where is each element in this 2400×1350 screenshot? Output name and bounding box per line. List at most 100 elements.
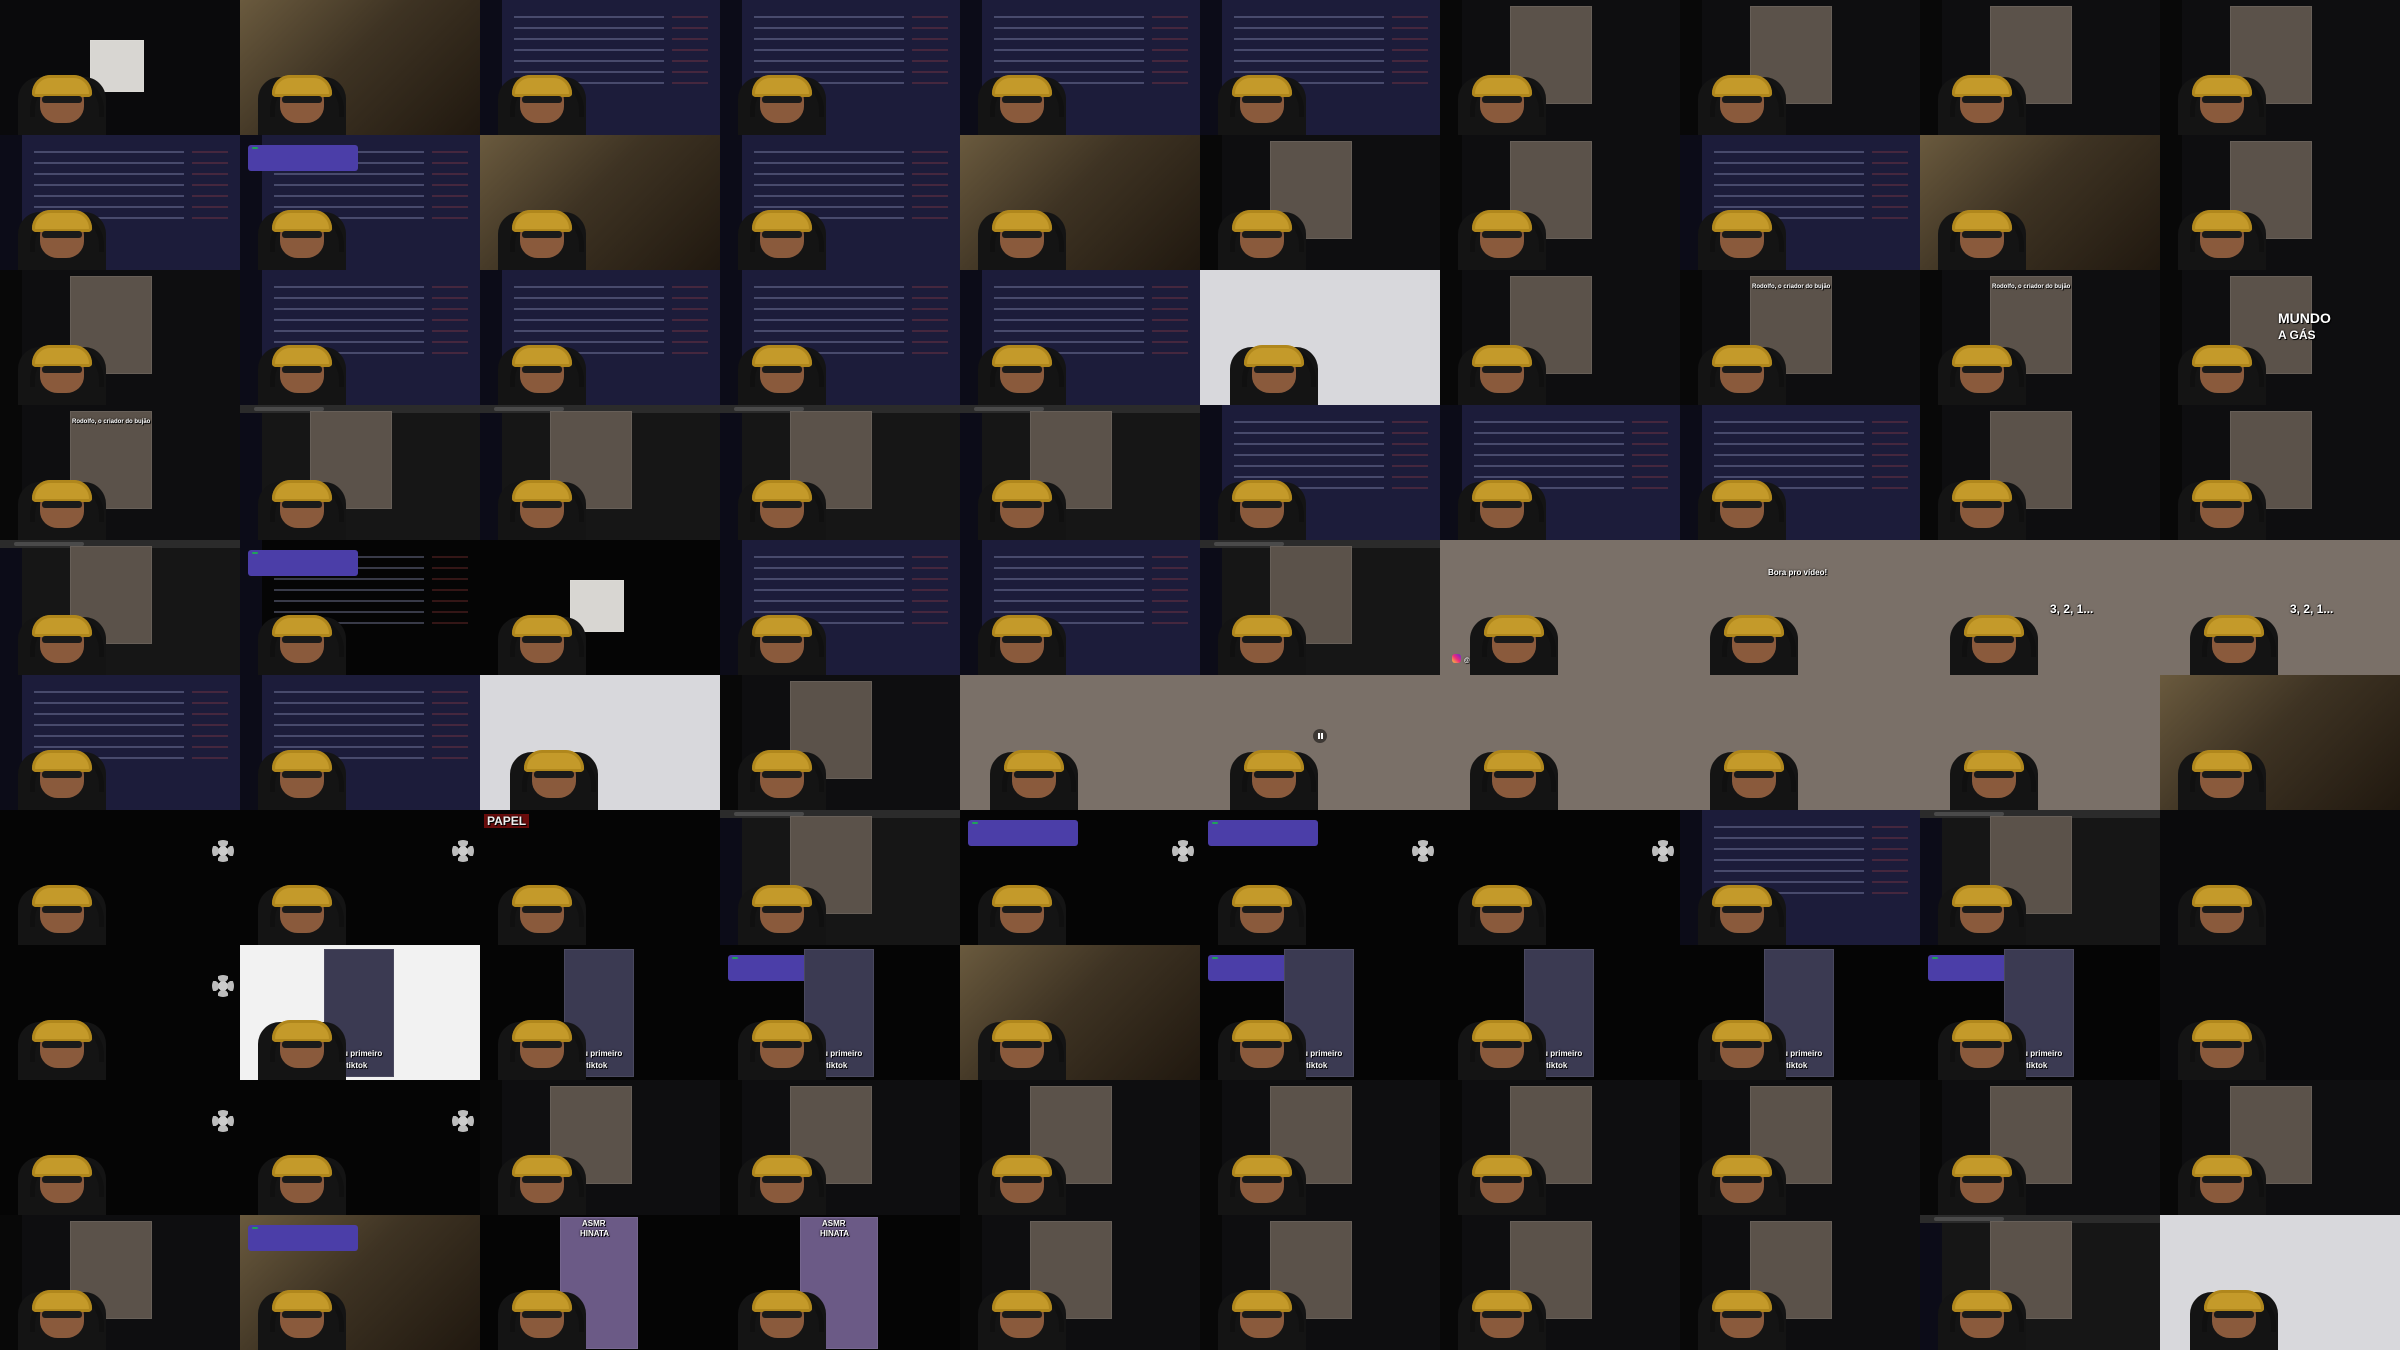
thumbnail-browser[interactable] xyxy=(1920,810,2160,945)
thumbnail-browser[interactable] xyxy=(720,810,960,945)
thumbnail-room-bubble[interactable] xyxy=(240,1215,480,1350)
thumbnail-chat[interactable] xyxy=(1440,405,1680,540)
thumbnail-feed-photo[interactable] xyxy=(1680,0,1920,135)
thumbnail-tiktok[interactable]: Meu primeiro tiktok xyxy=(1680,945,1920,1080)
thumbnail-chat[interactable] xyxy=(480,0,720,135)
thumbnail-browser[interactable] xyxy=(240,405,480,540)
thumbnail-feed-photo[interactable] xyxy=(720,675,960,810)
thumbnail-chat[interactable] xyxy=(720,540,960,675)
thumbnail-feed-photo[interactable] xyxy=(1440,1080,1680,1215)
thumbnail-room[interactable] xyxy=(480,135,720,270)
thumbnail-browser[interactable] xyxy=(1920,1215,2160,1350)
thumbnail-tiktok-bubble[interactable]: Meu primeiro tiktok xyxy=(1920,945,2160,1080)
thumbnail-browser[interactable] xyxy=(1200,540,1440,675)
thumbnail-browser[interactable] xyxy=(0,540,240,675)
thumbnail-feed-photo[interactable] xyxy=(720,1080,960,1215)
thumbnail-room[interactable] xyxy=(1920,135,2160,270)
thumbnail-feed-mundo[interactable]: MUNDO A GÁS xyxy=(2160,270,2400,405)
thumbnail-flower[interactable] xyxy=(0,1080,240,1215)
thumbnail-chat[interactable] xyxy=(0,675,240,810)
thumbnail-chat[interactable] xyxy=(1680,810,1920,945)
thumbnail-tiktok[interactable]: Meu primeiro tiktok xyxy=(1440,945,1680,1080)
thumbnail-room[interactable] xyxy=(960,945,1200,1080)
thumbnail-chat-bubble[interactable] xyxy=(240,540,480,675)
thumbnail-chat[interactable] xyxy=(480,270,720,405)
thumbnail-flower[interactable] xyxy=(240,1080,480,1215)
thumbnail-chat[interactable] xyxy=(720,135,960,270)
thumbnail-photo[interactable] xyxy=(2160,1215,2400,1350)
thumbnail-photo-pause[interactable] xyxy=(1200,675,1440,810)
thumbnail-chat[interactable] xyxy=(240,675,480,810)
thumbnail-feed-photo[interactable] xyxy=(2160,0,2400,135)
thumbnail-camera-overlay[interactable] xyxy=(0,0,240,135)
thumbnail-feed-photo[interactable] xyxy=(1920,1080,2160,1215)
thumbnail-chat[interactable] xyxy=(240,270,480,405)
thumbnail-browser[interactable] xyxy=(480,405,720,540)
thumbnail-chat[interactable] xyxy=(1680,405,1920,540)
thumbnail-flower-bubble[interactable] xyxy=(1200,810,1440,945)
thumbnail-chat[interactable] xyxy=(960,270,1200,405)
thumbnail-feed-photo[interactable] xyxy=(1920,405,2160,540)
thumbnail-chat[interactable] xyxy=(960,540,1200,675)
thumbnail-feed-photo[interactable] xyxy=(960,1215,1200,1350)
thumbnail-feed-photo[interactable] xyxy=(1200,135,1440,270)
thumbnail-feed-photo[interactable] xyxy=(1920,0,2160,135)
thumbnail-feed-photo[interactable] xyxy=(480,1080,720,1215)
thumbnail-chat[interactable] xyxy=(0,135,240,270)
thumbnail-photo[interactable] xyxy=(960,675,1200,810)
thumbnail-feed-photo[interactable] xyxy=(2160,405,2400,540)
thumbnail-feed-caption[interactable]: Rodolfo, o criador do bujão xyxy=(1680,270,1920,405)
thumbnail-feed-caption[interactable]: Rodolfo, o criador do bujão xyxy=(1920,270,2160,405)
thumbnail-feed-photo[interactable] xyxy=(2160,1080,2400,1215)
thumbnail-papel[interactable]: PAPEL xyxy=(480,810,720,945)
thumbnail-feed-photo[interactable] xyxy=(1440,135,1680,270)
thumbnail-feed-photo[interactable] xyxy=(0,270,240,405)
thumbnail-chat[interactable] xyxy=(720,0,960,135)
thumbnail-feed-photo[interactable] xyxy=(2160,135,2400,270)
thumbnail-chat[interactable] xyxy=(720,270,960,405)
thumbnail-feed-photo[interactable] xyxy=(1680,1080,1920,1215)
thumbnail-feed-photo[interactable] xyxy=(1440,0,1680,135)
thumbnail-photo-ig[interactable]: @lorenco_zakatia xyxy=(1440,540,1680,675)
thumbnail-browser[interactable] xyxy=(960,405,1200,540)
thumbnail-photo[interactable] xyxy=(1200,270,1440,405)
thumbnail-feed-photo[interactable] xyxy=(1440,270,1680,405)
thumbnail-dark[interactable] xyxy=(2160,810,2400,945)
thumbnail-flower-bubble[interactable] xyxy=(960,810,1200,945)
thumbnail-flower[interactable] xyxy=(240,810,480,945)
thumbnail-tiktok-bubble[interactable]: Meu primeiro tiktok xyxy=(1200,945,1440,1080)
thumbnail-room[interactable] xyxy=(960,135,1200,270)
thumbnail-feed-photo[interactable] xyxy=(1440,1215,1680,1350)
thumbnail-room[interactable] xyxy=(240,0,480,135)
thumbnail-feed-photo[interactable] xyxy=(1680,1215,1920,1350)
thumbnail-photo[interactable] xyxy=(1920,675,2160,810)
thumbnail-dark[interactable] xyxy=(2160,945,2400,1080)
thumbnail-feed-photo[interactable] xyxy=(1200,1215,1440,1350)
thumbnail-photo[interactable] xyxy=(1440,675,1680,810)
thumbnail-chat[interactable] xyxy=(1680,135,1920,270)
thumbnail-feed-photo[interactable] xyxy=(960,1080,1200,1215)
thumbnail-asmr[interactable]: ASMR HINATA xyxy=(720,1215,960,1350)
thumbnail-photo-countdown[interactable]: 3, 2, 1... xyxy=(1920,540,2160,675)
thumbnail-chat-bubble[interactable] xyxy=(240,135,480,270)
thumbnail-feed-photo[interactable] xyxy=(1200,1080,1440,1215)
thumbnail-tiktok-bubble[interactable]: Meu primeiro tiktok xyxy=(720,945,960,1080)
thumbnail-asmr[interactable]: ASMR HINATA xyxy=(480,1215,720,1350)
thumbnail-white-tiktok[interactable]: Meu primeiro tiktok xyxy=(240,945,480,1080)
thumbnail-photo-countdown[interactable]: 3, 2, 1... xyxy=(2160,540,2400,675)
thumbnail-chat[interactable] xyxy=(960,0,1200,135)
thumbnail-photo-bora[interactable]: Bora pro vídeo! xyxy=(1680,540,1920,675)
thumbnail-browser[interactable] xyxy=(720,405,960,540)
thumbnail-chat[interactable] xyxy=(1200,0,1440,135)
thumbnail-tiktok[interactable]: Meu primeiro tiktok xyxy=(480,945,720,1080)
thumbnail-room[interactable] xyxy=(2160,675,2400,810)
thumbnail-black-overlay[interactable] xyxy=(480,540,720,675)
thumbnail-flower[interactable] xyxy=(0,810,240,945)
thumbnail-photo[interactable] xyxy=(1680,675,1920,810)
thumbnail-feed-photo[interactable] xyxy=(0,1215,240,1350)
thumbnail-feed-caption[interactable]: Rodolfo, o criador do bujão xyxy=(0,405,240,540)
thumbnail-flower[interactable] xyxy=(0,945,240,1080)
thumbnail-light[interactable] xyxy=(480,675,720,810)
thumbnail-chat[interactable] xyxy=(1200,405,1440,540)
thumbnail-flower[interactable] xyxy=(1440,810,1680,945)
